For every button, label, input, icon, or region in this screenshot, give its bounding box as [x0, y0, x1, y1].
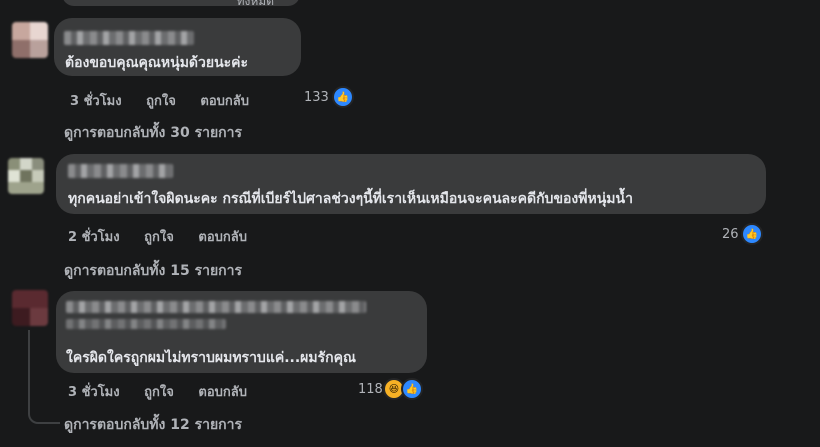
- reaction-count[interactable]: 118: [358, 382, 383, 397]
- thread-connector: [28, 398, 60, 424]
- avatar[interactable]: [12, 290, 48, 326]
- previous-comment-fragment-text: ทั้งหมด: [236, 0, 274, 8]
- like-icon[interactable]: 👍: [741, 223, 763, 245]
- like-button[interactable]: ถูกใจ: [146, 94, 176, 109]
- previous-comment-fragment: ทั้งหมด: [62, 0, 300, 8]
- blurred-author-name[interactable]: [66, 301, 366, 313]
- like-icon[interactable]: 👍: [332, 86, 354, 108]
- comment-actions: 3 ชั่วโมง ถูกใจ ตอบกลับ: [68, 381, 267, 402]
- avatar[interactable]: [12, 22, 48, 58]
- like-button[interactable]: ถูกใจ: [144, 230, 174, 245]
- thread-line: [28, 330, 30, 400]
- view-replies-link[interactable]: ดูการตอบกลับทั้ง 12 รายการ: [64, 414, 242, 436]
- comment-text: ทุกคนอย่าเข้าใจผิดนะคะ กรณีที่เบียร์ไปศา…: [68, 191, 633, 207]
- comment-bubble: ใครผิดใครถูกผมไม่ทราบผมทราบแค่...ผมรักคุ…: [56, 291, 427, 373]
- comment-actions: 2 ชั่วโมง ถูกใจ ตอบกลับ: [68, 226, 267, 247]
- reply-button[interactable]: ตอบกลับ: [198, 385, 247, 400]
- comment-actions: 3 ชั่วโมง ถูกใจ ตอบกลับ: [70, 90, 269, 111]
- reaction-count[interactable]: 26: [722, 227, 739, 242]
- comment-time[interactable]: 2 ชั่วโมง: [68, 230, 120, 245]
- comment-text: ต้องขอบคุณคุณหนุ่มด้วยนะค่ะ: [65, 55, 249, 71]
- blurred-author-name: [66, 319, 226, 329]
- comment-time[interactable]: 3 ชั่วโมง: [70, 94, 122, 109]
- comment-text: ใครผิดใครถูกผมไม่ทราบผมทราบแค่...ผมรักคุ…: [66, 350, 356, 366]
- like-icon[interactable]: 👍: [401, 378, 423, 400]
- reaction-count[interactable]: 133: [304, 90, 329, 105]
- comments-panel: ทั้งหมด ต้องขอบคุณคุณหนุ่มด้วยนะค่ะ 3 ชั…: [0, 0, 820, 447]
- like-button[interactable]: ถูกใจ: [144, 385, 174, 400]
- avatar[interactable]: [8, 158, 44, 194]
- comment-bubble: ทุกคนอย่าเข้าใจผิดนะคะ กรณีที่เบียร์ไปศา…: [56, 154, 766, 214]
- comment-time[interactable]: 3 ชั่วโมง: [68, 385, 120, 400]
- view-replies-link[interactable]: ดูการตอบกลับทั้ง 30 รายการ: [64, 122, 242, 144]
- comment-bubble: ต้องขอบคุณคุณหนุ่มด้วยนะค่ะ: [54, 18, 301, 76]
- reply-button[interactable]: ตอบกลับ: [200, 94, 249, 109]
- blurred-author-name[interactable]: [64, 31, 194, 45]
- blurred-author-name[interactable]: [68, 164, 173, 178]
- view-replies-link[interactable]: ดูการตอบกลับทั้ง 15 รายการ: [64, 260, 242, 282]
- reply-button[interactable]: ตอบกลับ: [198, 230, 247, 245]
